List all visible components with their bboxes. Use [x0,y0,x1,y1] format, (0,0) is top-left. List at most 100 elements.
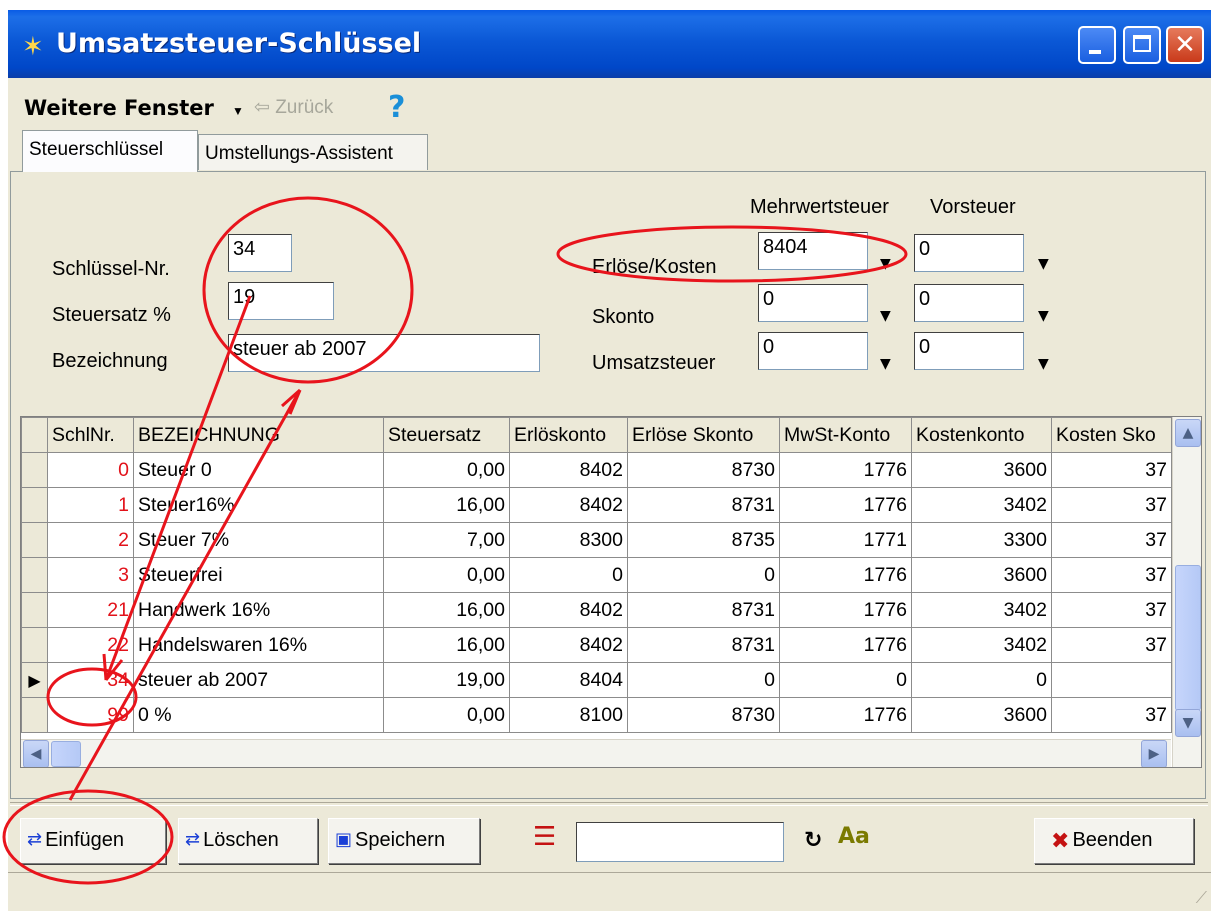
scroll-left-icon[interactable]: ◀ [23,740,49,767]
cell-bezeichnung[interactable]: Steuer 0 [133,452,384,488]
table-row[interactable]: 22 Handelswaren 16% 16,00 8402 8731 1776 3402 3… [21,627,1172,663]
resize-grip-icon[interactable]: ⟋ [1196,888,1207,908]
row-indicator[interactable] [21,557,48,593]
column-header-schlnr[interactable]: SchlNr. [47,417,134,453]
close-button[interactable]: ✕ [1166,26,1204,64]
cell-kosten-skonto[interactable]: 37 [1051,627,1172,663]
menu-weitere-fenster[interactable]: Weitere Fenster [24,96,214,120]
cell-schlnr[interactable]: 0 [47,452,134,488]
skonto-mwst-select[interactable]: 0 [758,284,868,322]
cell-bezeichnung[interactable]: steuer ab 2007 [133,662,384,698]
cell-steuersatz[interactable]: 16,00 [383,627,510,663]
cell-steuersatz[interactable]: 19,00 [383,662,510,698]
scroll-down-icon[interactable]: ▼ [1175,709,1201,737]
column-header-bezeichnung[interactable]: BEZEICHNUNG [133,417,384,453]
cell-erloeskonto[interactable]: 0 [509,557,628,593]
table-row[interactable]: 99 0 % 0,00 8100 8730 1776 3600 37 [21,697,1172,733]
column-header-erloese-skonto[interactable]: Erlöse Skonto [627,417,780,453]
case-sensitive-icon[interactable]: Aa [838,824,870,849]
minimize-button[interactable] [1078,26,1116,64]
cell-erloeskonto[interactable]: 8404 [509,662,628,698]
search-input[interactable] [576,822,784,862]
current-row-indicator-icon[interactable]: ▶ [21,662,48,698]
horizontal-scrollbar[interactable]: ◀ ▶ [21,739,1171,767]
cell-steuersatz[interactable]: 16,00 [383,487,510,523]
cell-erloese-skonto[interactable]: 0 [627,662,780,698]
column-header-kosten-skonto[interactable]: Kosten Sko [1051,417,1172,453]
chevron-down-icon[interactable]: ▼ [880,356,891,372]
cell-erloese-skonto[interactable]: 8731 [627,592,780,628]
scroll-thumb[interactable] [1175,565,1201,711]
cell-bezeichnung[interactable]: 0 % [133,697,384,733]
cell-steuersatz[interactable]: 7,00 [383,522,510,558]
row-indicator[interactable] [21,592,48,628]
cell-kostenkonto[interactable]: 3300 [911,522,1052,558]
cell-kosten-skonto[interactable]: 37 [1051,452,1172,488]
cell-erloese-skonto[interactable]: 0 [627,557,780,593]
beenden-button[interactable]: ✖ Beenden [1034,818,1194,864]
cell-erloeskonto[interactable]: 8300 [509,522,628,558]
table-row[interactable]: 0 Steuer 0 0,00 8402 8730 1776 3600 37 [21,452,1172,488]
cell-mwst-konto[interactable]: 1776 [779,487,912,523]
speichern-button[interactable]: ▣ Speichern [328,818,480,864]
cell-kostenkonto[interactable]: 3600 [911,697,1052,733]
cell-schlnr[interactable]: 21 [47,592,134,628]
umsatzsteuer-mwst-select[interactable]: 0 [758,332,868,370]
cell-bezeichnung[interactable]: Handwerk 16% [133,592,384,628]
cell-erloeskonto[interactable]: 8402 [509,452,628,488]
cell-bezeichnung[interactable]: Steuer 7% [133,522,384,558]
row-indicator[interactable] [21,522,48,558]
row-indicator[interactable] [21,487,48,523]
scroll-thumb-horizontal[interactable] [51,741,81,767]
cell-erloese-skonto[interactable]: 8731 [627,627,780,663]
cell-schlnr[interactable]: 2 [47,522,134,558]
cell-kostenkonto[interactable]: 3600 [911,452,1052,488]
scroll-right-icon[interactable]: ▶ [1141,740,1167,767]
cell-kostenkonto[interactable]: 3402 [911,487,1052,523]
help-icon[interactable]: ? [388,90,405,125]
cell-schlnr[interactable]: 34 [47,662,134,698]
table-row[interactable]: 2 Steuer 7% 7,00 8300 8735 1771 3300 37 [21,522,1172,558]
cell-mwst-konto[interactable]: 1776 [779,697,912,733]
table-row[interactable]: 21 Handwerk 16% 16,00 8402 8731 1776 3402 37 [21,592,1172,628]
cell-mwst-konto[interactable]: 1776 [779,452,912,488]
bezeichnung-input[interactable]: steuer ab 2007 [228,334,540,372]
cell-kosten-skonto[interactable]: 37 [1051,697,1172,733]
chevron-down-icon[interactable]: ▼ [1038,356,1049,372]
row-indicator[interactable] [21,452,48,488]
row-indicator[interactable] [21,697,48,733]
cell-erloeskonto[interactable]: 8402 [509,627,628,663]
column-header-erloeskonto[interactable]: Erlöskonto [509,417,628,453]
cell-kostenkonto[interactable]: 3600 [911,557,1052,593]
cell-kostenkonto[interactable]: 0 [911,662,1052,698]
back-link[interactable]: ⇦ Zurück [254,96,333,119]
cell-mwst-konto[interactable]: 1776 [779,627,912,663]
filter-icon[interactable]: ☰ [533,822,556,852]
scroll-up-icon[interactable]: ▲ [1175,419,1201,447]
cell-erloese-skonto[interactable]: 8730 [627,452,780,488]
cell-kosten-skonto[interactable]: 37 [1051,522,1172,558]
cell-erloeskonto[interactable]: 8402 [509,487,628,523]
cell-bezeichnung[interactable]: Steuerfrei [133,557,384,593]
cell-kosten-skonto[interactable] [1051,662,1172,698]
chevron-down-icon[interactable]: ▼ [880,308,891,324]
tab-umstellungs-assistent[interactable]: Umstellungs-Assistent [198,134,428,170]
schluessel-nr-input[interactable]: 34 [228,234,292,272]
cell-kosten-skonto[interactable]: 37 [1051,487,1172,523]
cell-mwst-konto[interactable]: 0 [779,662,912,698]
cell-kostenkonto[interactable]: 3402 [911,627,1052,663]
skonto-vorsteuer-select[interactable]: 0 [914,284,1024,322]
title-bar[interactable]: ✶ Umsatzsteuer-Schlüssel ✕ [8,10,1211,78]
cell-kosten-skonto[interactable]: 37 [1051,592,1172,628]
einfuegen-button[interactable]: ⇄ Einfügen [20,818,166,864]
erloese-mwst-select[interactable]: 8404 [758,232,868,270]
chevron-down-icon[interactable]: ▼ [880,256,891,272]
vertical-scrollbar[interactable]: ▲ ▼ [1172,417,1201,767]
cell-steuersatz[interactable]: 0,00 [383,557,510,593]
maximize-button[interactable] [1123,26,1161,64]
cell-schlnr[interactable]: 99 [47,697,134,733]
cell-erloese-skonto[interactable]: 8731 [627,487,780,523]
cell-kostenkonto[interactable]: 3402 [911,592,1052,628]
cell-erloese-skonto[interactable]: 8730 [627,697,780,733]
erloese-vorsteuer-select[interactable]: 0 [914,234,1024,272]
